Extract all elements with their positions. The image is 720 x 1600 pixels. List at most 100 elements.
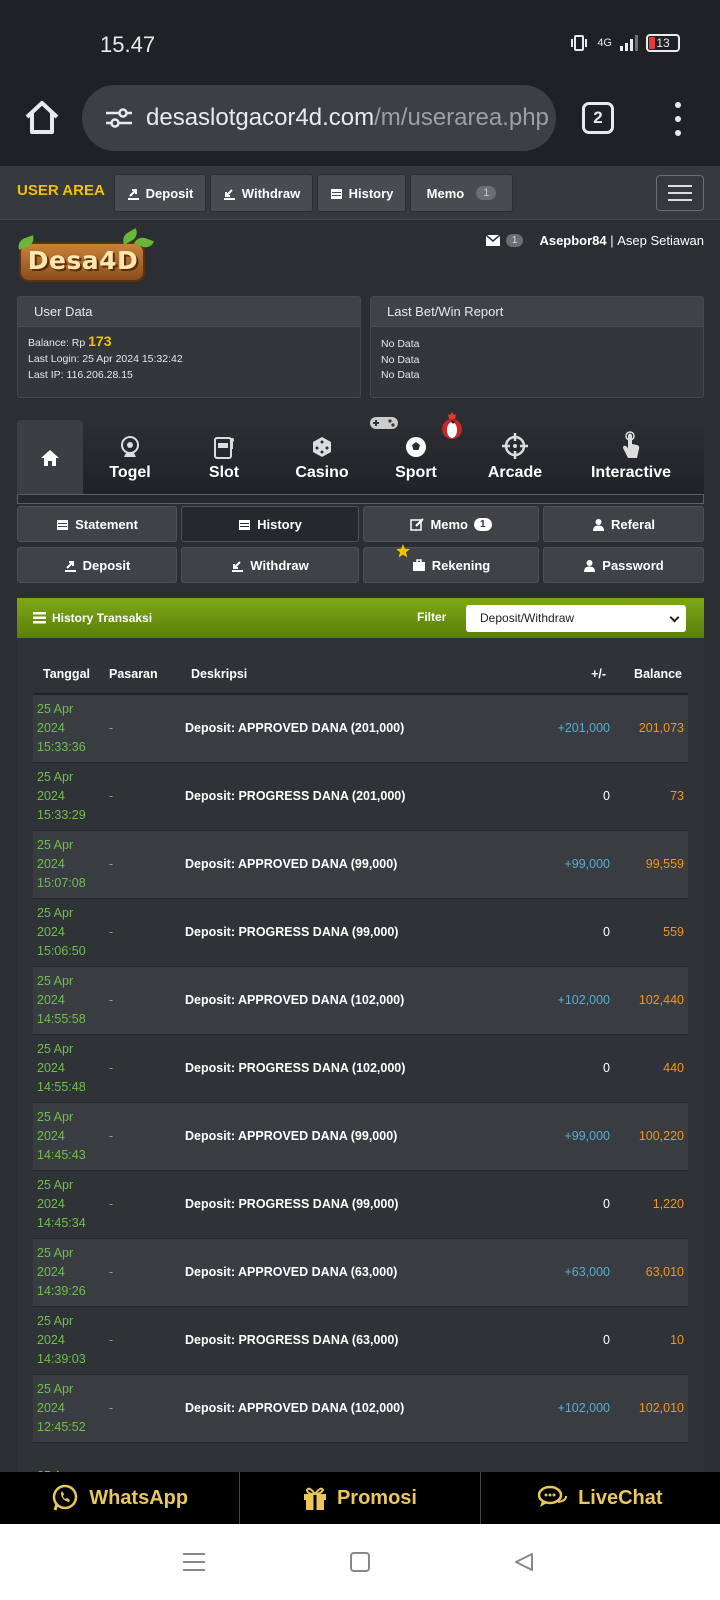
- gamepad-icon: [370, 417, 398, 429]
- row-date-day: 25 Apr: [37, 905, 74, 920]
- history-label: History: [257, 516, 302, 532]
- soccer-ball-icon: [406, 437, 426, 457]
- tab-switcher-button[interactable]: 2: [582, 102, 614, 134]
- row-date-year: 2024: [37, 788, 65, 803]
- recents-icon[interactable]: [183, 1552, 205, 1572]
- table-row: 25 Apr 2024 15:33:29 - Deposit: PROGRESS DAN…: [33, 761, 688, 830]
- briefcase-icon: [412, 558, 425, 571]
- tab-arcade[interactable]: Arcade: [475, 420, 555, 495]
- signal-icon: [620, 35, 638, 51]
- status-icons: 4G 13: [569, 34, 680, 52]
- password-button[interactable]: Password: [543, 547, 704, 583]
- withdraw-button[interactable]: Withdraw: [181, 547, 359, 583]
- balance-value: 173: [88, 333, 112, 349]
- menu-toggle-icon[interactable]: [656, 175, 704, 211]
- withdraw-label: Withdraw: [250, 557, 309, 573]
- deposit-icon: [64, 560, 76, 572]
- touch-hand-icon: [623, 431, 640, 458]
- row-balance: 440: [610, 1033, 688, 1102]
- history-table-container[interactable]: Tanggal Pasaran Deskripsi +/- Balance 25…: [17, 638, 704, 1472]
- tab-casino-label: Casino: [295, 464, 349, 481]
- history-button[interactable]: History: [181, 506, 359, 542]
- table-row: 25 Apr 2024 14:55:58 - Deposit: APPROVED DAN…: [33, 965, 688, 1034]
- browser-menu-icon[interactable]: [672, 102, 684, 136]
- memo-button[interactable]: Memo 1: [363, 506, 539, 542]
- col-pasaran: Pasaran: [109, 654, 185, 695]
- row-balance: 100,220: [610, 1101, 688, 1170]
- nav-deposit-button[interactable]: Deposit: [114, 174, 206, 212]
- nav-withdraw-button[interactable]: Withdraw: [210, 174, 313, 212]
- home-icon[interactable]: [22, 98, 62, 138]
- rekening-button[interactable]: Rekening: [363, 544, 539, 583]
- last-bet-panel: Last Bet/Win Report No Data No Data No D…: [370, 296, 704, 398]
- tab-interactive[interactable]: Interactive: [577, 420, 685, 495]
- row-date-time: 14:45:34: [37, 1215, 86, 1230]
- nav-history-button[interactable]: History: [317, 174, 406, 212]
- slot-machine-icon: [214, 437, 234, 459]
- row-date-day: 25 Apr: [37, 1381, 74, 1396]
- statement-button[interactable]: Statement: [17, 506, 177, 542]
- table-row: 25 Apr 2024 12:45:52 - Deposit: APPROVED DAN…: [33, 1373, 688, 1442]
- withdraw-icon: [223, 188, 235, 200]
- site-settings-icon[interactable]: [104, 106, 134, 130]
- row-pasaran: -: [109, 1305, 185, 1374]
- row-balance: 10: [610, 1305, 688, 1374]
- mail-icon[interactable]: [485, 235, 500, 246]
- back-icon[interactable]: [514, 1552, 534, 1572]
- nav-memo-button[interactable]: Memo 1: [410, 174, 513, 212]
- battery-icon: 13: [646, 34, 680, 52]
- rooster-icon: [442, 412, 462, 439]
- col-plus-minus: +/-: [520, 654, 610, 695]
- row-date-time: 12:45:52: [37, 1419, 86, 1434]
- promosi-button[interactable]: Promosi: [240, 1472, 481, 1524]
- calendar-icon: [330, 188, 342, 199]
- tab-togel[interactable]: Togel: [97, 420, 163, 495]
- filter-label: Filter: [417, 610, 447, 624]
- whatsapp-button[interactable]: WhatsApp: [0, 1472, 241, 1524]
- browser-toolbar: desaslotgacor4d.com/m/userarea.php 2: [0, 80, 720, 166]
- row-date-year: 2024: [37, 992, 65, 1007]
- row-pasaran: -: [109, 965, 185, 1034]
- logo-text: Desa4D: [27, 246, 139, 275]
- user-area-title: USER AREA: [17, 182, 105, 199]
- row-date: 25 Apr 2024 14:39:03: [33, 1305, 109, 1374]
- row-date-year: 2024: [37, 1332, 65, 1347]
- report-line: No Data: [381, 353, 420, 366]
- site-logo[interactable]: Desa4D: [16, 228, 154, 288]
- row-description: Deposit: APPROVED DANA (102,000): [185, 965, 520, 1034]
- filter-select[interactable]: Deposit/Withdraw: [466, 605, 686, 632]
- deposit-label: Deposit: [82, 557, 131, 573]
- calendar-icon: [239, 519, 251, 530]
- row-plus-minus: 0: [520, 1033, 610, 1102]
- row-plus-minus: 0: [520, 1305, 610, 1374]
- tab-home[interactable]: [17, 420, 83, 495]
- row-date-year: 2024: [37, 720, 65, 735]
- row-plus-minus: 0: [520, 1169, 610, 1238]
- row-balance: 99,559: [610, 829, 688, 898]
- row-date-day: 25 Apr: [37, 1041, 74, 1056]
- home-icon: [41, 449, 59, 466]
- row-date: 25 Apr 2024 12:45:52: [33, 1373, 109, 1442]
- row-balance: 1,220: [610, 1169, 688, 1238]
- table-row: 25 Apr 2024 14:55:48 - Deposit: PROGRESS DAN…: [33, 1033, 688, 1102]
- row-date: 25 Apr 2024 15:33:36: [33, 693, 109, 762]
- user-fullname: Asep Setiawan: [617, 233, 704, 248]
- star-icon: [396, 544, 410, 558]
- tab-casino[interactable]: Casino: [285, 420, 359, 495]
- table-row: 25 Apr: [33, 1441, 688, 1472]
- whatsapp-label: WhatsApp: [89, 1486, 189, 1509]
- row-date-year: 2024: [37, 856, 65, 871]
- url-bar[interactable]: desaslotgacor4d.com/m/userarea.php: [82, 85, 556, 151]
- history-table: Tanggal Pasaran Deskripsi +/- Balance 25…: [33, 654, 688, 1472]
- deposit-button[interactable]: Deposit: [17, 547, 177, 583]
- user-data-panel: User Data Balance: Rp 173 Last Login: 25…: [17, 296, 361, 398]
- referal-button[interactable]: Referal: [543, 506, 704, 542]
- row-date-time: 14:55:58: [37, 1011, 86, 1026]
- table-header-row: Tanggal Pasaran Deskripsi +/- Balance: [33, 654, 688, 695]
- row-date-time: 15:33:36: [37, 739, 86, 754]
- row-pasaran: [109, 1441, 185, 1472]
- livechat-button[interactable]: LiveChat: [481, 1472, 720, 1524]
- tab-slot[interactable]: Slot: [194, 420, 254, 495]
- home-nav-icon[interactable]: [350, 1552, 370, 1572]
- tab-sport[interactable]: Sport: [370, 412, 462, 495]
